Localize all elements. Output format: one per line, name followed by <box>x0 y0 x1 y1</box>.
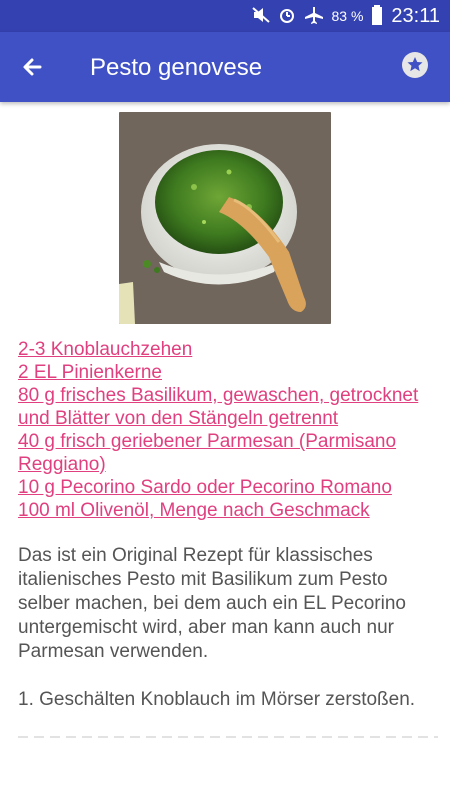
star-icon <box>407 57 423 72</box>
ingredient-link[interactable]: 10 g Pecorino Sardo oder Pecorino Romano <box>18 476 438 499</box>
back-button[interactable] <box>18 52 48 82</box>
favorite-button[interactable] <box>402 52 428 78</box>
arrow-back-icon <box>23 58 42 76</box>
recipe-step: 1. Geschälten Knoblauch im Mörser zersto… <box>18 689 416 710</box>
recipe-photo <box>119 112 331 324</box>
status-icons: 83 % 23:11 <box>251 0 440 32</box>
ingredient-link[interactable]: 80 g frisches Basilikum, gewaschen, getr… <box>18 384 438 430</box>
page-title: Pesto genovese <box>90 54 263 81</box>
clock: 23:11 <box>391 4 440 27</box>
battery-icon <box>371 4 383 28</box>
mute-icon <box>251 6 270 26</box>
ingredient-link[interactable]: 40 g frisch geriebener Parmesan (Parmisa… <box>18 430 438 476</box>
ingredient-link[interactable]: 100 ml Olivenöl, Menge nach Geschmack <box>18 499 438 522</box>
ingredient-link[interactable]: 2-3 Knoblauchzehen <box>18 338 438 361</box>
status-bar: 83 % 23:11 <box>0 0 450 32</box>
ingredient-link[interactable]: 2 EL Pinienkerne <box>18 361 438 384</box>
ingredients-list: 2-3 Knoblauchzehen 2 EL Pinienkerne 80 g… <box>18 338 438 522</box>
clipped-text-line <box>18 736 438 738</box>
airplane-icon <box>304 6 324 27</box>
recipe-content: 2-3 Knoblauchzehen 2 EL Pinienkerne 80 g… <box>18 112 438 712</box>
recipe-description: Das ist ein Original Rezept für klassisc… <box>18 545 406 662</box>
app-bar: Pesto genovese <box>0 32 450 102</box>
alarm-icon <box>278 6 296 27</box>
battery-percent: 83 % <box>331 8 364 24</box>
